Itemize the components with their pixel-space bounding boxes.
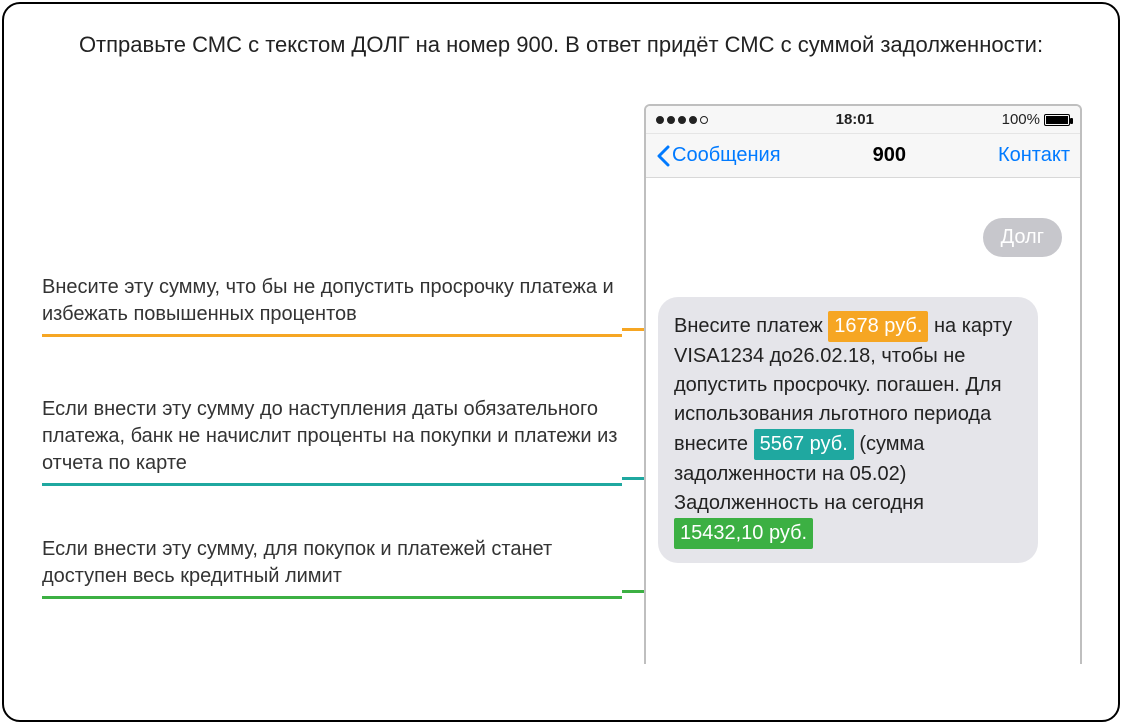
annotation-text: Если внести эту сумму, для покупок и пла…: [42, 536, 622, 590]
instruction-card: Отправьте СМС с текстом ДОЛГ на номер 90…: [2, 2, 1120, 722]
battery-icon: [1044, 114, 1070, 126]
chevron-left-icon: [656, 145, 670, 167]
nav-bar: Сообщения 900 Контакт: [646, 134, 1080, 178]
status-bar: 18:01 100%: [646, 106, 1080, 134]
outgoing-bubble: Долг: [983, 218, 1062, 257]
annotation-full-debt: Если внести эту сумму, для покупок и пла…: [42, 536, 622, 599]
annotation-text: Если внести эту сумму до наступления дат…: [42, 396, 622, 477]
conversation-title: 900: [781, 144, 998, 167]
battery-percent: 100%: [1002, 111, 1040, 128]
status-time: 18:01: [708, 111, 1002, 128]
sms-text: Внесите платеж: [674, 315, 828, 337]
annotation-text: Внесите эту сумму, что бы не допустить п…: [42, 274, 622, 328]
phone-mock: 18:01 100% Сообщения 900 Контакт Долг Вн…: [644, 104, 1082, 664]
amount-min-payment: 1678 руб.: [828, 311, 928, 342]
underline-teal: [42, 483, 622, 486]
incoming-bubble: Внесите платеж 1678 руб. на карту VISA12…: [658, 297, 1038, 563]
annotation-grace-period: Если внести эту сумму до наступления дат…: [42, 396, 622, 486]
message-area: Долг Внесите платеж 1678 руб. на карту V…: [646, 178, 1080, 577]
signal-icon: [656, 116, 708, 124]
underline-orange: [42, 334, 622, 337]
underline-green: [42, 596, 622, 599]
status-battery: 100%: [1002, 111, 1070, 128]
back-label: Сообщения: [672, 144, 781, 167]
amount-full-debt: 15432,10 руб.: [674, 518, 813, 549]
amount-grace: 5567 руб.: [754, 429, 854, 460]
back-button[interactable]: Сообщения: [656, 144, 781, 167]
contact-button[interactable]: Контакт: [998, 144, 1070, 167]
annotation-min-payment: Внесите эту сумму, что бы не допустить п…: [42, 274, 622, 337]
heading: Отправьте СМС с текстом ДОЛГ на номер 90…: [4, 32, 1118, 58]
